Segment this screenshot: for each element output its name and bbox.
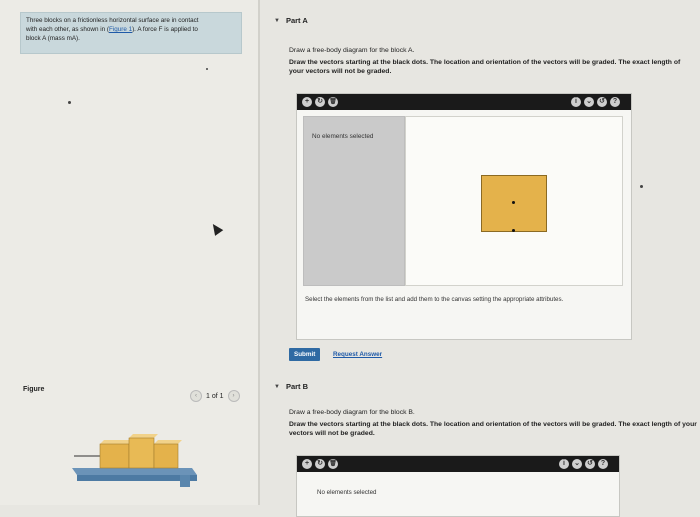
part-a-header[interactable]: ▼ Part A <box>274 16 308 25</box>
block-A <box>99 440 133 469</box>
panel-divider <box>258 0 260 505</box>
problem-line-2-pre: with each other, as shown in ( <box>26 26 109 33</box>
left-panel: Three blocks on a frictionless horizonta… <box>0 0 258 505</box>
problem-line-1: Three blocks on a frictionless horizonta… <box>26 17 199 24</box>
element-list[interactable]: No elements selected <box>303 116 405 286</box>
request-answer-link[interactable]: Request Answer <box>333 351 382 358</box>
collapse-arrow-icon: ▼ <box>274 383 280 390</box>
three-blocks-figure <box>72 434 197 487</box>
bottom-dot[interactable] <box>512 229 515 232</box>
figure-pager: ‹ 1 of 1 › <box>190 390 240 402</box>
help-icon[interactable]: ? <box>598 459 608 469</box>
collapse-arrow-icon: ▼ <box>274 17 280 24</box>
surface <box>72 468 197 475</box>
part-b-title: Part B <box>285 382 309 391</box>
delete-icon[interactable]: 🗑 <box>328 97 338 107</box>
surface-leg <box>180 475 190 487</box>
figure-link[interactable]: Figure 1 <box>109 26 132 33</box>
part-b-header[interactable]: ▼ Part B <box>274 382 308 391</box>
undo-icon[interactable]: ↺ <box>585 459 595 469</box>
undo-icon[interactable]: ↺ <box>597 97 607 107</box>
stray-dot <box>640 185 643 188</box>
block-a-diagram <box>481 175 547 232</box>
mouse-cursor-icon <box>208 221 224 236</box>
problem-statement: Three blocks on a frictionless horizonta… <box>20 12 242 54</box>
chevron-down-icon[interactable]: ⌄ <box>584 97 594 107</box>
part-b-bold-instruction: Draw the vectors starting at the black d… <box>289 421 697 437</box>
problem-line-2-post: ). A force F is applied to <box>132 26 198 33</box>
problem-line-3: block A (mass mA). <box>26 35 80 42</box>
part-a-instruction: Draw a free-body diagram for the block A… <box>289 47 415 54</box>
drawing-toolbar: + ↻ 🗑 i ⌄ ↺ ? <box>297 94 631 110</box>
no-elements-label: No elements selected <box>317 489 377 496</box>
add-icon[interactable]: + <box>302 459 312 469</box>
stray-dot <box>68 101 71 104</box>
figure-page-count: 1 of 1 <box>206 392 224 400</box>
reset-icon[interactable]: ↻ <box>315 97 325 107</box>
drawing-toolbar: + ↻ 🗑 i ⌄ ↺ ? <box>297 456 619 472</box>
reset-icon[interactable]: ↻ <box>315 459 325 469</box>
help-icon[interactable]: ? <box>610 97 620 107</box>
problem-line-2: with each other, as shown in (Figure 1).… <box>26 25 236 34</box>
part-a-bold-instruction: Draw the vectors starting at the black d… <box>289 59 681 75</box>
block-C <box>153 440 182 469</box>
part-a-drawing-widget: + ↻ 🗑 i ⌄ ↺ ? No elements selected Selec… <box>296 93 632 340</box>
submit-button[interactable]: Submit <box>289 348 321 361</box>
part-b-drawing-widget: + ↻ 🗑 i ⌄ ↺ ? No elements selected <box>296 455 620 517</box>
stray-dot <box>206 68 208 70</box>
prev-figure-button[interactable]: ‹ <box>190 390 202 402</box>
center-dot[interactable] <box>512 201 515 204</box>
part-b-instruction: Draw a free-body diagram for the block B… <box>289 409 415 416</box>
chevron-down-icon[interactable]: ⌄ <box>572 459 582 469</box>
surface-edge <box>77 475 197 481</box>
no-elements-label: No elements selected <box>312 133 374 140</box>
part-a-title: Part A <box>285 16 308 25</box>
add-icon[interactable]: + <box>302 97 312 107</box>
info-icon[interactable]: i <box>559 459 569 469</box>
figure-label: Figure <box>23 386 45 393</box>
info-icon[interactable]: i <box>571 97 581 107</box>
canvas-hint: Select the elements from the list and ad… <box>305 296 564 303</box>
next-figure-button[interactable]: › <box>227 390 240 402</box>
delete-icon[interactable]: 🗑 <box>328 459 338 469</box>
block-B <box>128 434 158 469</box>
drawing-canvas[interactable] <box>405 116 623 286</box>
